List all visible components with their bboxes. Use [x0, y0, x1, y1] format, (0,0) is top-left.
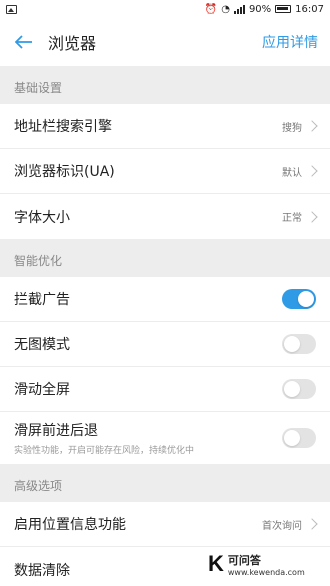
watermark-logo: K: [208, 551, 224, 576]
chevron-right-icon: [306, 165, 318, 177]
clock: 16:07: [295, 3, 324, 15]
no-image-row: 无图模式: [0, 322, 330, 367]
user-agent-value: 默认: [282, 167, 302, 179]
block-ads-toggle[interactable]: [282, 289, 316, 309]
search-engine-value: 搜狗: [282, 122, 302, 134]
font-size-label: 字体大小: [14, 209, 70, 226]
watermark-title: 可问答: [227, 553, 261, 567]
back-arrow-icon[interactable]: [12, 30, 36, 54]
gallery-notification-icon: [6, 4, 17, 14]
swipe-navigation-toggle[interactable]: [282, 428, 316, 448]
signal-icon: [233, 4, 245, 14]
search-engine-row[interactable]: 地址栏搜索引擎 搜狗: [0, 104, 330, 149]
swipe-fullscreen-toggle[interactable]: [282, 379, 316, 399]
user-agent-label: 浏览器标识(UA): [14, 164, 115, 180]
swipe-navigation-label: 滑屏前进后退: [14, 423, 98, 439]
watermark-url: www.kewenda.com: [227, 567, 305, 577]
block-ads-label: 拦截广告: [14, 292, 70, 308]
font-size-row[interactable]: 字体大小 正常: [0, 194, 330, 239]
wifi-icon: ◔: [221, 3, 230, 15]
location-label: 启用位置信息功能: [14, 517, 126, 533]
section-smart-label: 智能优化: [14, 254, 63, 268]
basic-settings-group: 地址栏搜索引擎 搜狗 浏览器标识(UA) 默认 字体大小 正常: [0, 104, 330, 239]
app-header: 浏览器 应用详情: [0, 18, 330, 66]
swipe-navigation-row: 滑屏前进后退 实验性功能，开启可能存在风险，持续优化中: [0, 412, 330, 464]
swipe-navigation-description: 实验性功能，开启可能存在风险，持续优化中: [14, 446, 195, 456]
chevron-right-icon: [306, 120, 318, 132]
battery-icon: [275, 5, 292, 13]
site-watermark: K 可问答 www.kewenda.com: [202, 548, 324, 580]
alarm-icon: ⏰: [204, 3, 218, 15]
search-engine-label: 地址栏搜索引擎: [14, 119, 112, 135]
block-ads-row: 拦截广告: [0, 277, 330, 322]
swipe-fullscreen-label: 滑动全屏: [14, 382, 70, 398]
section-basic-label: 基础设置: [14, 81, 63, 95]
status-bar: ⏰ ◔ 90% 16:07: [0, 0, 330, 18]
no-image-label: 无图模式: [14, 337, 70, 353]
chevron-right-icon: [306, 518, 318, 530]
font-size-value: 正常: [282, 213, 302, 224]
chevron-right-icon: [306, 210, 318, 223]
app-details-link[interactable]: 应用详情: [262, 32, 318, 52]
toggle-knob: [284, 381, 300, 397]
location-row[interactable]: 启用位置信息功能 首次询问: [0, 502, 330, 547]
user-agent-row[interactable]: 浏览器标识(UA) 默认: [0, 149, 330, 194]
toggle-knob: [298, 291, 314, 307]
toggle-knob: [284, 336, 300, 352]
section-advanced-label: 高级选项: [14, 479, 63, 493]
page-title: 浏览器: [48, 34, 97, 53]
no-image-toggle[interactable]: [282, 334, 316, 354]
swipe-fullscreen-row: 滑动全屏: [0, 367, 330, 412]
smart-optimization-group: 拦截广告 无图模式 滑动全屏 滑屏前进后退 实验性功能，开启可能存在风险，持续优…: [0, 277, 330, 464]
location-value: 首次询问: [262, 520, 302, 532]
battery-percent: 90%: [248, 3, 272, 15]
toggle-knob: [284, 430, 300, 446]
